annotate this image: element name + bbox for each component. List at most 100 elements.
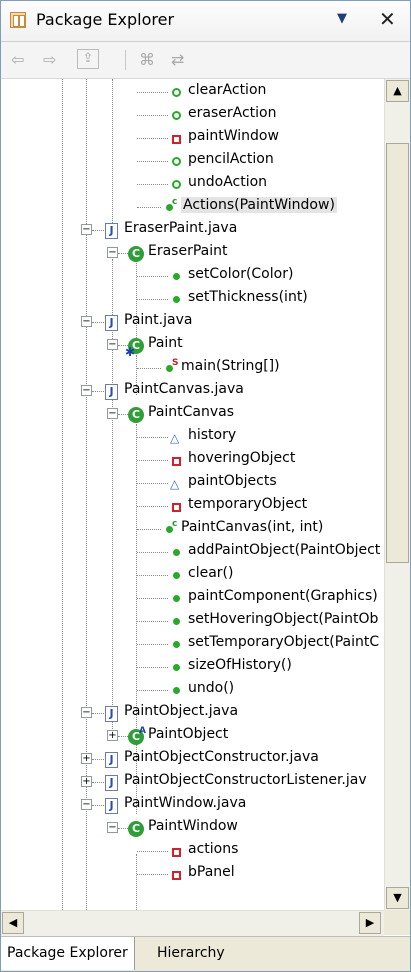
method-public-icon	[168, 292, 184, 308]
tree-item[interactable]: − J PaintWindow.java	[1, 794, 384, 817]
close-icon[interactable]: ✕	[379, 7, 396, 31]
tree-connector	[137, 276, 168, 277]
tree-connector	[92, 391, 104, 392]
scroll-down-button[interactable]: ▼	[386, 887, 409, 909]
tree-item[interactable]: paintComponent(Graphics)	[1, 587, 384, 610]
method-public-icon	[168, 683, 184, 699]
tree-item[interactable]: − J PaintCanvas.java	[1, 380, 384, 403]
tree-item-label: PaintCanvas	[148, 404, 235, 420]
tree-item-label: main(String[])	[181, 358, 280, 374]
tree-item[interactable]: Smain(String[])	[1, 357, 384, 380]
tree-item[interactable]: clear()	[1, 564, 384, 587]
class-icon: C	[128, 407, 144, 423]
tree-item-label: addPaintObject(PaintObject	[188, 542, 381, 558]
tree-item[interactable]: setColor(Color)	[1, 265, 384, 288]
tree-item[interactable]: setHoveringObject(PaintOb	[1, 610, 384, 633]
tree-item-label: setHoveringObject(PaintOb	[188, 611, 379, 627]
tree-item[interactable]: − J Paint.java	[1, 311, 384, 334]
tree-connector	[137, 368, 161, 369]
scrollbar-corner	[384, 910, 410, 935]
tab-hierarchy[interactable]: Hierarchy	[151, 937, 231, 970]
tree-item-label: history	[188, 427, 237, 443]
tree-item[interactable]: c Actions(PaintWindow)	[1, 196, 384, 219]
tree-item[interactable]: + C A PaintObject	[1, 725, 384, 748]
tree-item[interactable]: hoveringObject	[1, 449, 384, 472]
tree-item-label: setThickness(int)	[188, 289, 308, 305]
collapse-toggle[interactable]: −	[107, 822, 118, 833]
tree-connector	[137, 552, 168, 553]
tab-package-explorer[interactable]: Package Explorer	[1, 937, 135, 970]
tree-connector	[137, 299, 168, 300]
tree-item[interactable]: △ paintObjects	[1, 472, 384, 495]
collapse-toggle[interactable]: −	[81, 799, 92, 810]
tree-item[interactable]: − J EraserPaint.java	[1, 219, 384, 242]
tree-item[interactable]: c PaintCanvas(int, int)	[1, 518, 384, 541]
back-icon[interactable]: ⇦	[11, 50, 24, 69]
tree-item-label: PaintObjectConstructorListener.jav	[124, 772, 367, 788]
tree-item[interactable]: + J PaintObjectConstructorListener.jav	[1, 771, 384, 794]
tree-item[interactable]: undoAction	[1, 173, 384, 196]
tree-item[interactable]: eraserAction	[1, 104, 384, 127]
forward-icon[interactable]: ⇨	[43, 50, 56, 69]
tree-item[interactable]: sizeOfHistory()	[1, 656, 384, 679]
tree-connector	[118, 414, 128, 415]
tree-item[interactable]: undo()	[1, 679, 384, 702]
tree-connector	[137, 874, 168, 875]
tree-item[interactable]: bPanel	[1, 863, 384, 886]
field-private-icon	[168, 499, 184, 515]
collapse-all-icon[interactable]: ⌘	[139, 50, 155, 69]
tree-item-label: actions	[188, 841, 239, 857]
tree-item[interactable]: − C ✱ Paint	[1, 334, 384, 359]
tree-item[interactable]: setTemporaryObject(PaintC	[1, 633, 384, 656]
tree-connector	[118, 253, 128, 254]
tree-connector	[137, 115, 168, 116]
tree-item[interactable]: actions	[1, 840, 384, 863]
tree-item[interactable]: clearAction	[1, 81, 384, 104]
scroll-right-button[interactable]: ▶	[359, 912, 381, 934]
tree-connector	[92, 713, 104, 714]
tree-item[interactable]: temporaryObject	[1, 495, 384, 518]
link-with-editor-icon[interactable]: ⇄	[171, 50, 184, 69]
tree-item-label: bPanel	[188, 864, 235, 880]
scroll-thumb[interactable]	[386, 143, 409, 563]
tree-item[interactable]: − C PaintCanvas	[1, 403, 384, 426]
tree-item[interactable]: pencilAction	[1, 150, 384, 173]
tree-item[interactable]: − J PaintObject.java	[1, 702, 384, 725]
toolbar-separator	[125, 50, 126, 70]
tree-item[interactable]: − C PaintWindow	[1, 817, 384, 840]
tree-connector	[137, 184, 168, 185]
java-file-icon: J	[104, 775, 120, 791]
java-file-icon: J	[104, 384, 120, 400]
tree-item[interactable]: − C EraserPaint	[1, 242, 384, 265]
tree-connector	[92, 759, 104, 760]
tree-item[interactable]: addPaintObject(PaintObject	[1, 541, 384, 564]
method-public-icon	[168, 614, 184, 630]
expand-toggle[interactable]: +	[81, 776, 92, 787]
view-tabs: Package Explorer Hierarchy	[1, 936, 410, 971]
expand-toggle[interactable]: +	[81, 753, 92, 764]
method-public-icon	[168, 545, 184, 561]
tree-item-label: EraserPaint.java	[124, 220, 238, 236]
tree-item[interactable]: + J PaintObjectConstructor.java	[1, 748, 384, 771]
collapse-toggle[interactable]: −	[81, 385, 92, 396]
vertical-scrollbar[interactable]: ▲ ▼	[384, 79, 410, 910]
field-private-icon	[168, 867, 184, 883]
tree-connector	[137, 690, 168, 691]
collapse-toggle[interactable]: −	[81, 224, 92, 235]
tree-item-label: eraserAction	[188, 105, 277, 121]
expand-toggle[interactable]: +	[107, 730, 118, 741]
tree-connector	[137, 598, 168, 599]
tree-item[interactable]: setThickness(int)	[1, 288, 384, 311]
up-icon[interactable]: ⇪	[77, 49, 99, 69]
scroll-left-button[interactable]: ◀	[2, 912, 24, 934]
view-menu-icon[interactable]: ▼	[337, 11, 347, 26]
tree-item[interactable]: △ history	[1, 426, 384, 449]
scroll-up-button[interactable]: ▲	[386, 80, 409, 102]
horizontal-scrollbar[interactable]: ◀ ▶	[1, 910, 384, 936]
collapse-toggle[interactable]: −	[81, 316, 92, 327]
collapse-toggle[interactable]: −	[81, 707, 92, 718]
collapse-toggle[interactable]: −	[107, 408, 118, 419]
collapse-toggle[interactable]: −	[107, 339, 118, 350]
collapse-toggle[interactable]: −	[107, 247, 118, 258]
tree-item[interactable]: paintWindow	[1, 127, 384, 150]
